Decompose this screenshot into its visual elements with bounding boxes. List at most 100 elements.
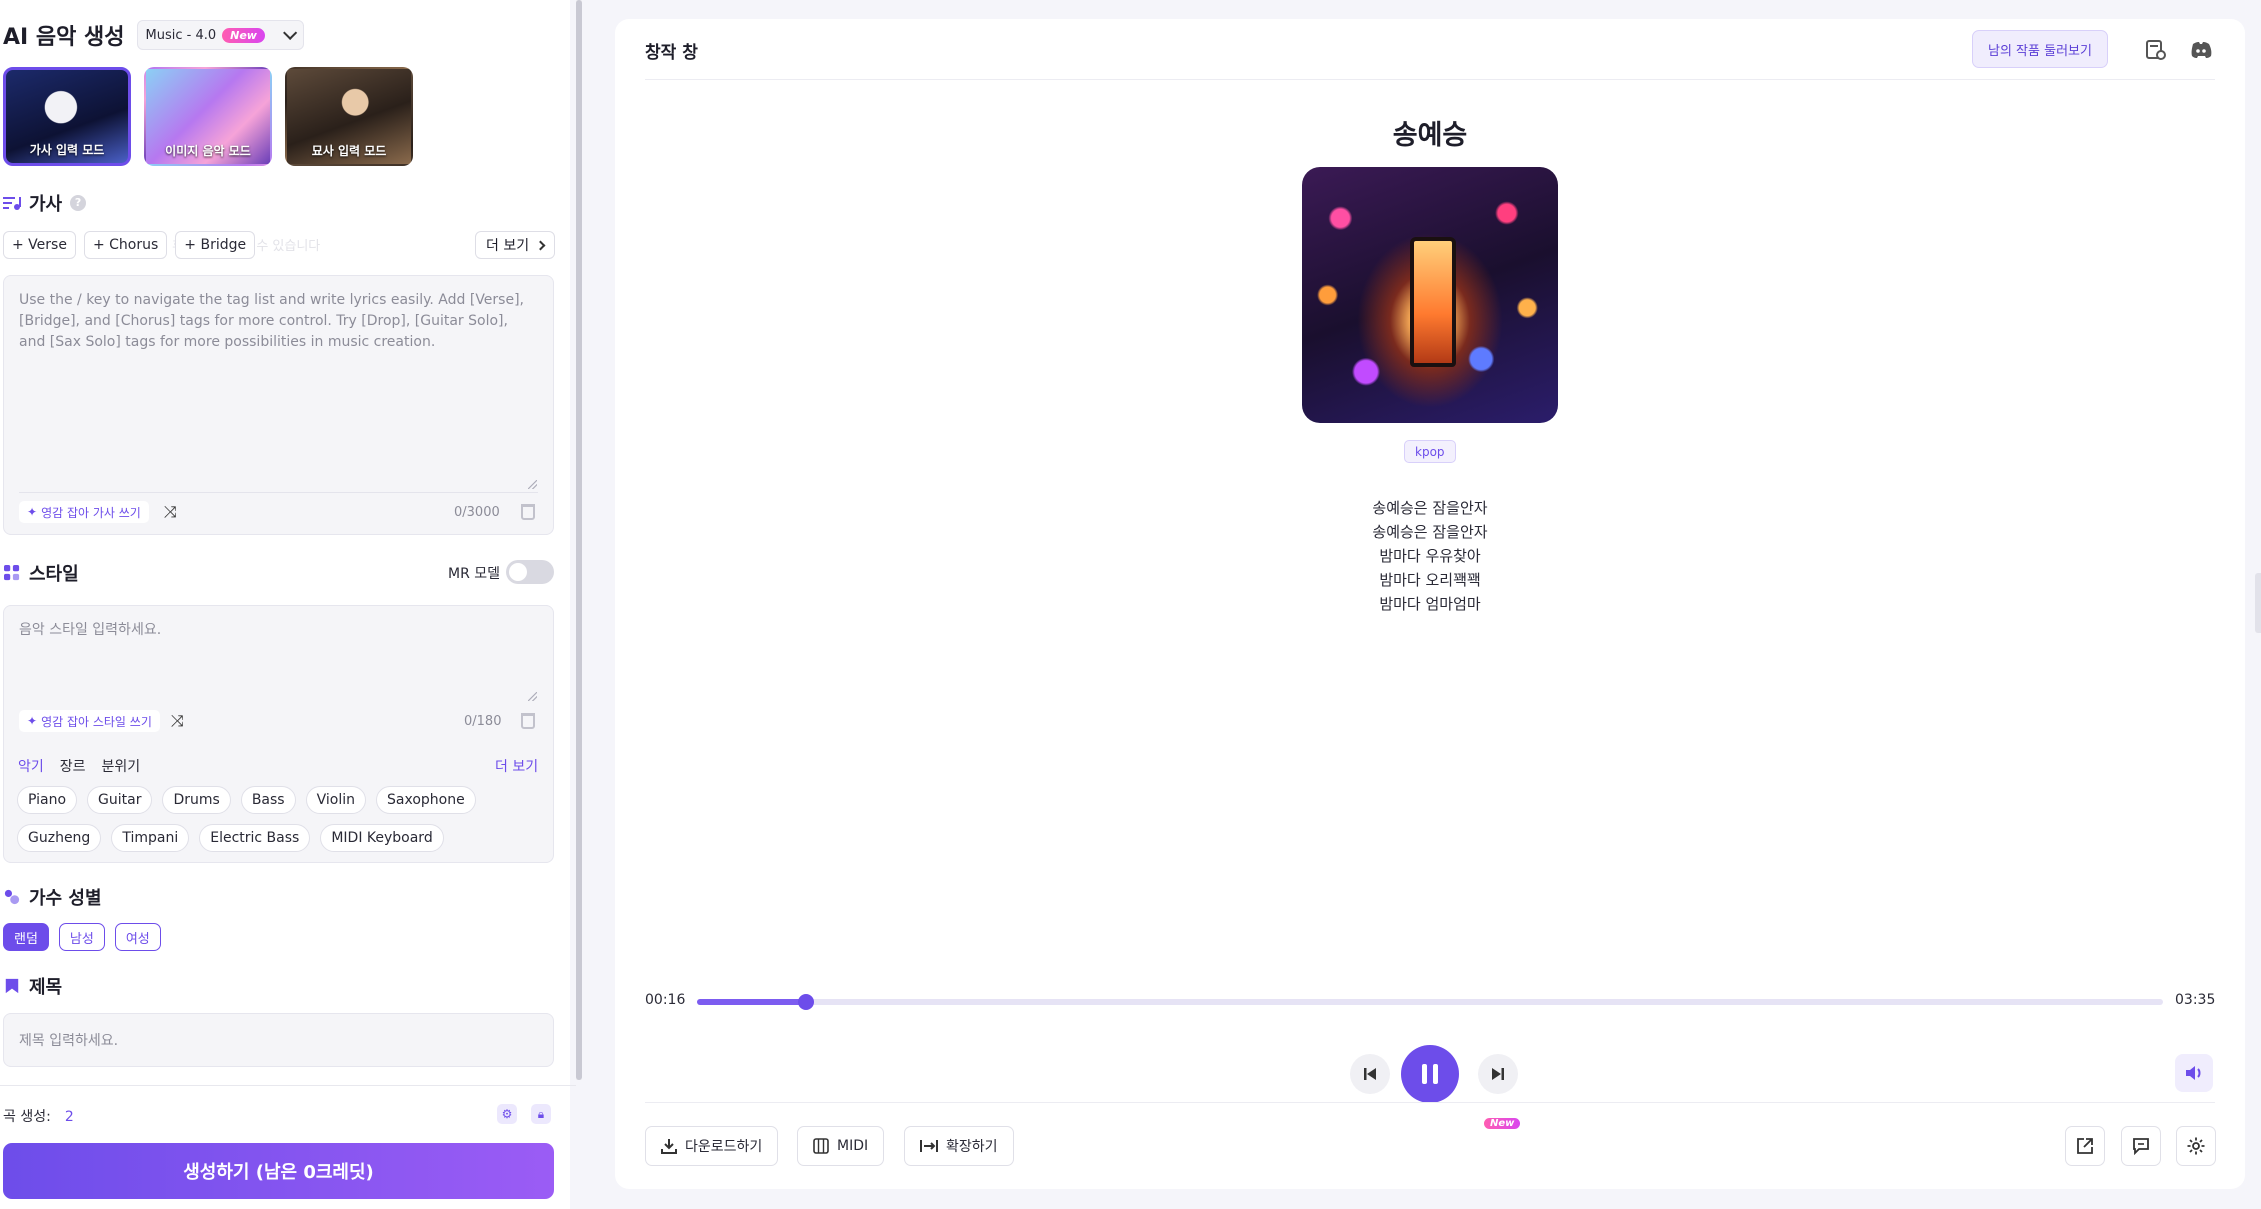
gender-heading: 가수 성별	[3, 884, 102, 910]
next-button[interactable]	[1478, 1054, 1518, 1094]
lyric-line: 밤마다 우유찾아	[1379, 547, 1481, 565]
lyric-tag-buttons: + Verse + Chorus + Bridge	[3, 231, 256, 259]
app-title: AI 음악 생성	[3, 25, 125, 50]
lyrics-display: 송예승은 잠을안자 송예승은 잠을안자 밤마다 우유찾아 밤마다 오리꽥꽥 밤마…	[615, 496, 2245, 616]
chevron-down-icon	[283, 25, 298, 40]
history-icon[interactable]	[2145, 39, 2167, 61]
mr-model-toggle[interactable]	[506, 560, 554, 584]
tab-instruments[interactable]: 악기	[18, 756, 44, 776]
chip-guitar[interactable]: Guitar	[87, 786, 153, 814]
help-icon[interactable]: ?	[70, 195, 87, 211]
lyrics-heading: 가사 ?	[3, 190, 87, 216]
instrument-chips-row1: Piano Guitar Drums Bass Violin Saxophone	[17, 786, 537, 814]
model-select[interactable]: Music - 4.0 New	[136, 20, 304, 50]
chip-violin[interactable]: Violin	[305, 786, 366, 814]
extend-label: 확장하기	[946, 1139, 998, 1155]
chip-guzheng[interactable]: Guzheng	[17, 824, 102, 852]
midi-label: MIDI	[837, 1138, 869, 1154]
volume-button[interactable]	[2175, 1054, 2213, 1092]
title-heading: 제목	[3, 973, 62, 999]
mode-label: 가사 입력 모드	[29, 143, 105, 157]
more-styles-link[interactable]: 더 보기	[495, 756, 538, 776]
gender-female[interactable]: 여성	[114, 923, 161, 951]
generate-button[interactable]: 생성하기 (남은 0크레딧)	[3, 1143, 554, 1199]
left-panel: AI 음악 생성 Music - 4.0 New 가사 입력 모드 이미지 음악…	[0, 0, 576, 1209]
gender-icon	[4, 889, 20, 905]
lock-icon[interactable]: 🔒︎	[531, 1104, 551, 1124]
download-label: 다운로드하기	[685, 1139, 763, 1155]
progress-slider[interactable]	[697, 994, 2163, 1010]
scrollbar-thumb[interactable]	[576, 0, 582, 1080]
chip-midi-keyboard[interactable]: MIDI Keyboard	[320, 824, 444, 852]
gear-icon	[2187, 1137, 2205, 1155]
style-placeholder[interactable]: 음악 스타일 입력하세요.	[19, 620, 533, 641]
tab-mood[interactable]: 분위기	[102, 756, 141, 776]
new-badge: New	[222, 27, 265, 43]
trash-icon[interactable]	[521, 504, 535, 520]
mode-description[interactable]: 묘사 입력 모드	[285, 67, 413, 166]
settings-button[interactable]	[2176, 1126, 2216, 1166]
lyrics-input[interactable]: Use the / key to navigate the tag list a…	[3, 275, 554, 535]
share-button[interactable]	[2065, 1126, 2105, 1166]
add-verse-button[interactable]: + Verse	[3, 231, 76, 259]
song-count-value[interactable]: 2	[65, 1109, 74, 1125]
add-chorus-button[interactable]: + Chorus	[83, 231, 168, 259]
gender-random[interactable]: 랜덤	[3, 923, 49, 951]
shuffle-icon[interactable]: ⤨	[171, 711, 184, 731]
title-input[interactable]: 제목 입력하세요.	[3, 1013, 554, 1067]
sparkle-icon: ✦	[27, 505, 38, 519]
shuffle-icon[interactable]: ⤨	[164, 502, 177, 522]
pause-button[interactable]	[1401, 1045, 1459, 1103]
chip-bass[interactable]: Bass	[240, 786, 296, 814]
midi-button[interactable]: MIDI	[797, 1126, 885, 1166]
download-button[interactable]: 다운로드하기	[645, 1126, 779, 1166]
extend-button[interactable]: 확장하기	[904, 1126, 1014, 1166]
ai-lyrics-button[interactable]: ✦ 영감 잡아 가사 쓰기	[19, 501, 149, 523]
toggle-knob	[509, 563, 527, 581]
lantern-image	[1410, 237, 1456, 367]
skip-forward-icon	[1492, 1068, 1504, 1080]
mode-image[interactable]: 이미지 음악 모드	[144, 67, 272, 166]
chip-saxophone[interactable]: Saxophone	[376, 786, 476, 814]
add-bridge-button[interactable]: + Bridge	[175, 231, 256, 259]
style-icon	[4, 565, 20, 581]
lyrics-counter: 0/3000	[454, 505, 500, 520]
chip-electric-bass[interactable]: Electric Bass	[199, 824, 311, 852]
volume-icon	[2186, 1066, 2201, 1080]
lyric-line: 밤마다 엄마엄마	[1379, 595, 1481, 613]
gear-icon[interactable]: ⚙	[497, 1104, 517, 1124]
previous-button[interactable]	[1350, 1054, 1390, 1094]
progress-handle[interactable]	[798, 994, 815, 1010]
discord-icon[interactable]	[2190, 39, 2212, 61]
progress-fill	[697, 999, 807, 1005]
mode-lyrics[interactable]: 가사 입력 모드	[3, 67, 131, 166]
more-label: 더 보기	[486, 238, 530, 254]
lyric-line: 밤마다 오리꽥꽥	[1379, 571, 1481, 589]
total-time: 03:35	[2175, 992, 2216, 1008]
side-drawer-handle[interactable]	[2255, 573, 2261, 633]
ai-style-button[interactable]: ✦ 영감 잡아 스타일 쓰기	[19, 710, 160, 732]
more-tags-button[interactable]: 더 보기	[475, 231, 556, 259]
browse-works-button[interactable]: 남의 작품 둘러보기	[1972, 30, 2108, 68]
lyrics-title: 가사	[29, 194, 63, 215]
song-count-label: 곡 생성:	[3, 1109, 51, 1125]
midi-new-badge: New	[1484, 1118, 1521, 1129]
chip-drums[interactable]: Drums	[162, 786, 231, 814]
resize-handle-icon[interactable]	[528, 480, 537, 489]
piano-icon	[813, 1138, 829, 1154]
divider	[0, 1085, 576, 1086]
mode-label: 이미지 음악 모드	[165, 144, 251, 158]
title-placeholder: 제목 입력하세요.	[19, 1033, 119, 1049]
sparkle-icon: ✦	[27, 714, 38, 728]
resize-handle-icon[interactable]	[528, 692, 537, 701]
song-count: 곡 생성: 2	[3, 1106, 74, 1126]
gender-male[interactable]: 남성	[58, 923, 105, 951]
divider	[19, 492, 538, 493]
tab-genre[interactable]: 장르	[60, 756, 86, 776]
trash-icon[interactable]	[521, 713, 535, 729]
chip-timpani[interactable]: Timpani	[111, 824, 190, 852]
chevron-right-icon	[535, 240, 546, 250]
chip-piano[interactable]: Piano	[17, 786, 78, 814]
comment-button[interactable]	[2121, 1126, 2161, 1166]
lyrics-icon	[3, 197, 21, 210]
